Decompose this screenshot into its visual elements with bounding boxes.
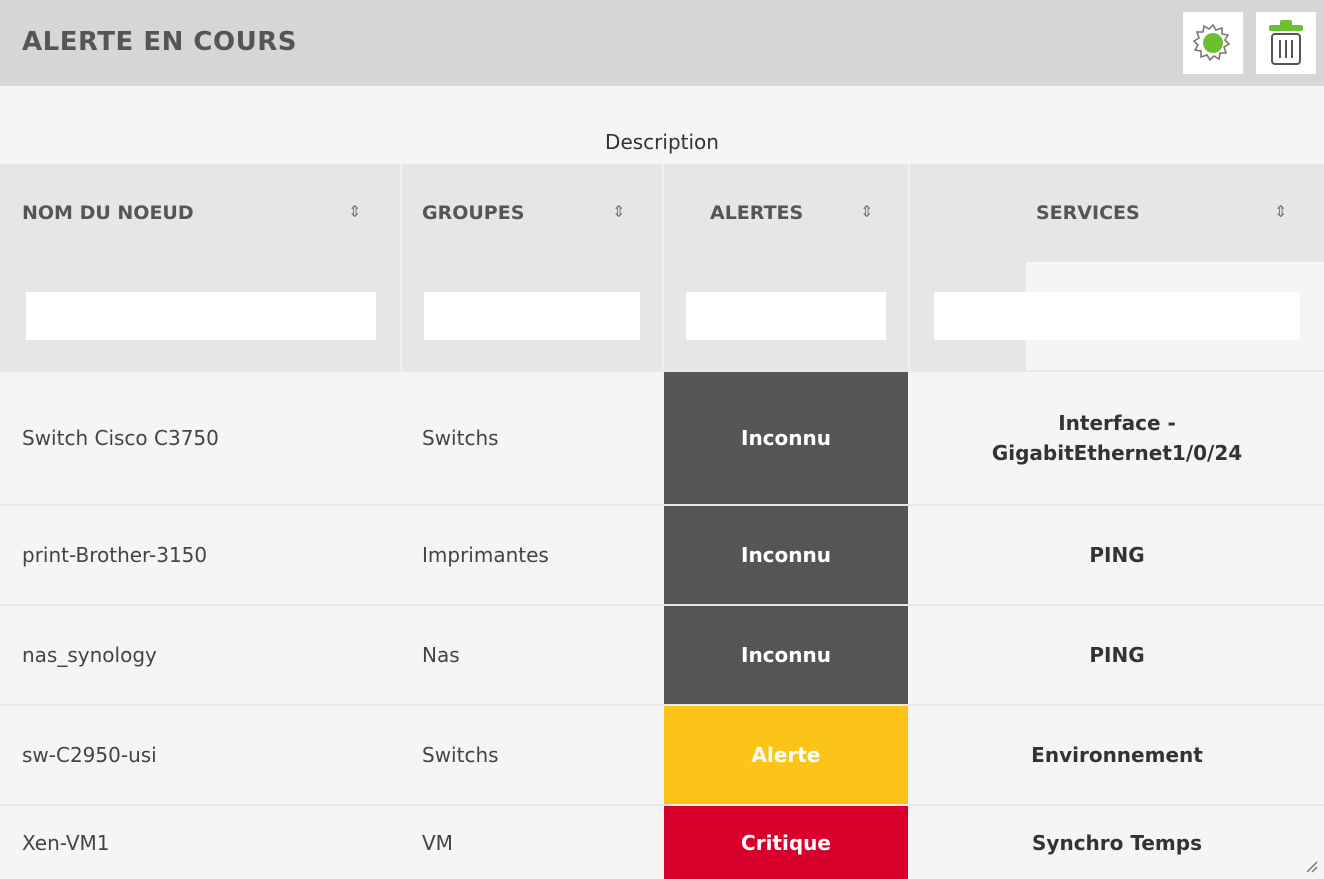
table-row[interactable]: nas_synology Nas Inconnu PING — [0, 604, 1324, 704]
sort-icon[interactable]: ⇕ — [1274, 202, 1287, 221]
cell-node: nas_synology — [22, 643, 157, 667]
cell-group: Switchs — [422, 743, 499, 767]
table-row[interactable]: print-Brother-3150 Imprimantes Inconnu P… — [0, 504, 1324, 604]
cell-service: Interface - GigabitEthernet1/0/24 — [910, 372, 1324, 504]
column-header-groups[interactable]: GROUPES ⇕ — [402, 164, 662, 262]
table-caption-row: Description — [0, 86, 1324, 164]
panel-header: ALERTE EN COURS — [0, 0, 1324, 86]
column-header-label: GROUPES — [422, 202, 525, 224]
cell-alert-status: Inconnu — [664, 506, 908, 604]
sort-icon[interactable]: ⇕ — [860, 202, 873, 221]
cell-alert-status: Inconnu — [664, 372, 908, 504]
resize-handle-icon[interactable] — [1304, 859, 1318, 873]
settings-button[interactable] — [1183, 12, 1243, 74]
cell-group: Imprimantes — [422, 543, 549, 567]
delete-button[interactable] — [1256, 12, 1316, 74]
cell-node: Xen-VM1 — [22, 830, 110, 855]
table-row[interactable]: Xen-VM1 VM Critique Synchro Temps — [0, 804, 1324, 879]
cell-service: Environnement — [1031, 743, 1203, 767]
sort-icon[interactable]: ⇕ — [348, 202, 361, 221]
filter-input-node[interactable] — [26, 292, 376, 340]
column-header-alerts[interactable]: ALERTES ⇕ — [664, 164, 908, 262]
column-divider — [908, 164, 910, 370]
table-row[interactable]: Switch Cisco C3750 Switchs Inconnu Inter… — [0, 370, 1324, 504]
table-row[interactable]: sw-C2950-usi Switchs Alerte Environnemen… — [0, 704, 1324, 804]
cell-node: Switch Cisco C3750 — [22, 426, 219, 450]
column-header-services[interactable]: SERVICES ⇕ — [910, 164, 1324, 262]
cell-group: VM — [422, 830, 453, 855]
filter-input-groups[interactable] — [424, 292, 640, 340]
filter-input-services[interactable] — [934, 292, 1300, 340]
column-header-node[interactable]: NOM DU NOEUD ⇕ — [0, 164, 400, 262]
cell-service: Synchro Temps — [1032, 830, 1202, 855]
column-divider — [662, 164, 664, 370]
cell-group: Nas — [422, 643, 460, 667]
cell-service-text: Interface - GigabitEthernet1/0/24 — [991, 411, 1243, 465]
column-header-label: ALERTES — [710, 202, 804, 224]
trash-icon — [1269, 20, 1303, 65]
table-caption: Description — [605, 130, 719, 154]
filter-input-alerts[interactable] — [686, 292, 886, 340]
cell-alert-status: Inconnu — [664, 606, 908, 704]
panel-title: ALERTE EN COURS — [22, 27, 297, 57]
cell-service: PING — [1089, 643, 1145, 667]
column-header-label: SERVICES — [1036, 202, 1140, 224]
cell-service: PING — [1089, 543, 1145, 567]
cell-node: print-Brother-3150 — [22, 543, 208, 567]
gear-icon — [1192, 23, 1231, 62]
cell-group: Switchs — [422, 426, 499, 450]
cell-alert-status: Alerte — [664, 706, 908, 804]
sort-icon[interactable]: ⇕ — [612, 202, 625, 221]
cell-alert-status: Critique — [664, 806, 908, 879]
column-header-label: NOM DU NOEUD — [22, 202, 194, 224]
column-divider — [400, 164, 402, 370]
cell-node: sw-C2950-usi — [22, 743, 157, 767]
